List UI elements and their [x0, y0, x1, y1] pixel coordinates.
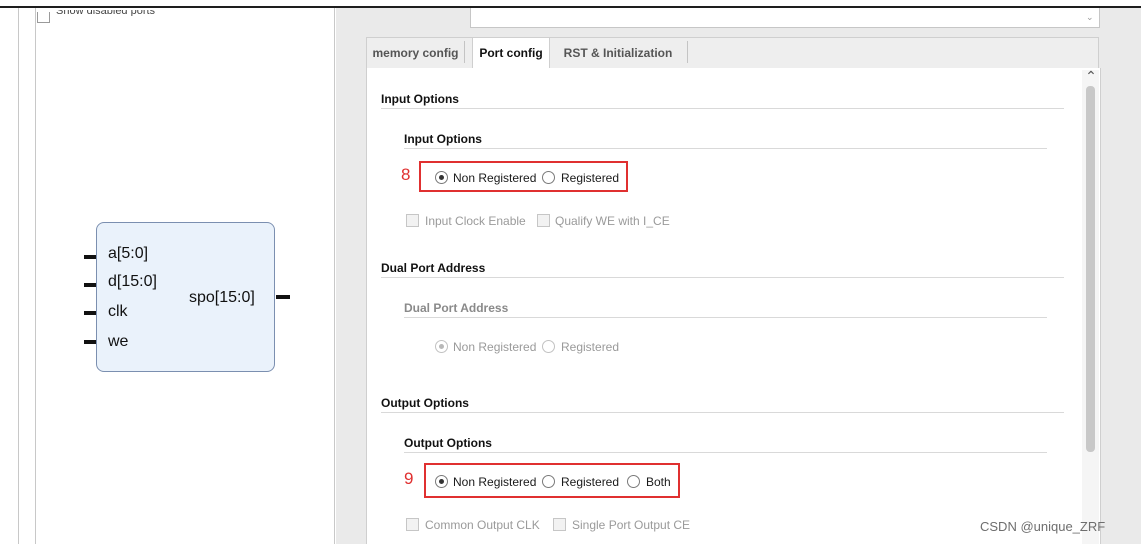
section-title-input-options: Input Options: [381, 92, 459, 106]
port-pin: [84, 340, 96, 344]
single-port-output-ce-label: Single Port Output CE: [572, 518, 691, 532]
input-clock-enable-label: Input Clock Enable: [425, 214, 526, 228]
port-pin: [84, 283, 96, 287]
dual-port-registered-radio[interactable]: [542, 340, 555, 353]
component-name-field[interactable]: [470, 8, 1100, 28]
dual-port-non-registered-label: Non Registered: [453, 340, 537, 354]
section-title-output-options: Output Options: [381, 396, 469, 410]
input-registered-label: Registered: [561, 171, 620, 185]
qualify-we-label: Qualify WE with I_CE: [555, 214, 670, 228]
chevron-up-icon[interactable]: ⌃: [1085, 68, 1097, 85]
input-registered-radio[interactable]: [542, 171, 555, 184]
dual-port-registered-label: Registered: [561, 340, 620, 354]
group-divider: [404, 317, 1047, 318]
tab-port-config[interactable]: Port config: [472, 38, 550, 68]
port-label-clk: clk: [108, 303, 128, 320]
show-disabled-ports-label: Show disabled ports: [56, 10, 156, 16]
dual-port-non-registered-radio[interactable]: [435, 340, 448, 353]
port-label-spo: spo[15:0]: [189, 289, 255, 306]
group-divider: [404, 452, 1047, 453]
port-pin: [276, 295, 290, 299]
tab-separator: [687, 41, 688, 63]
scrollbar-thumb[interactable]: [1086, 86, 1095, 452]
section-divider: [381, 108, 1064, 109]
section-divider: [381, 412, 1064, 413]
port-label-d: d[15:0]: [108, 273, 157, 290]
output-non-registered-label: Non Registered: [453, 475, 537, 489]
section-title-dual-port-address: Dual Port Address: [381, 261, 486, 275]
qualify-we-checkbox[interactable]: [537, 214, 550, 227]
step-number-8: 8: [401, 165, 411, 184]
input-non-registered-label: Non Registered: [453, 171, 537, 185]
output-both-label: Both: [646, 475, 671, 489]
input-clock-enable-checkbox[interactable]: [406, 214, 419, 227]
step-number-9: 9: [404, 469, 414, 488]
port-pin: [84, 255, 96, 259]
port-label-we: we: [108, 333, 129, 350]
group-title-input-options: Input Options: [404, 132, 482, 146]
port-label-a: a[5:0]: [108, 245, 149, 262]
common-output-clk-checkbox[interactable]: [406, 518, 419, 531]
watermark: CSDN @unique_ZRF: [980, 519, 1106, 534]
tab-rst-initialization[interactable]: RST & Initialization: [553, 38, 683, 68]
single-port-output-ce-checkbox[interactable]: [553, 518, 566, 531]
group-title-dual-port-address: Dual Port Address: [404, 301, 509, 315]
common-output-clk-label: Common Output CLK: [425, 518, 540, 532]
group-title-output-options: Output Options: [404, 436, 492, 450]
section-divider: [381, 277, 1064, 278]
port-pin: [84, 311, 96, 315]
show-disabled-ports-checkbox[interactable]: [37, 12, 50, 23]
dropdown-caret-icon[interactable]: ⌄: [1086, 12, 1094, 23]
output-registered-radio[interactable]: [542, 475, 555, 488]
tab-memory-config[interactable]: memory config: [367, 38, 464, 68]
output-non-registered-radio[interactable]: [435, 475, 448, 488]
left-edge: [18, 8, 19, 544]
group-divider: [404, 148, 1047, 149]
output-both-radio[interactable]: [627, 475, 640, 488]
tab-separator: [464, 41, 465, 63]
output-registered-label: Registered: [561, 475, 620, 489]
input-non-registered-radio[interactable]: [435, 171, 448, 184]
